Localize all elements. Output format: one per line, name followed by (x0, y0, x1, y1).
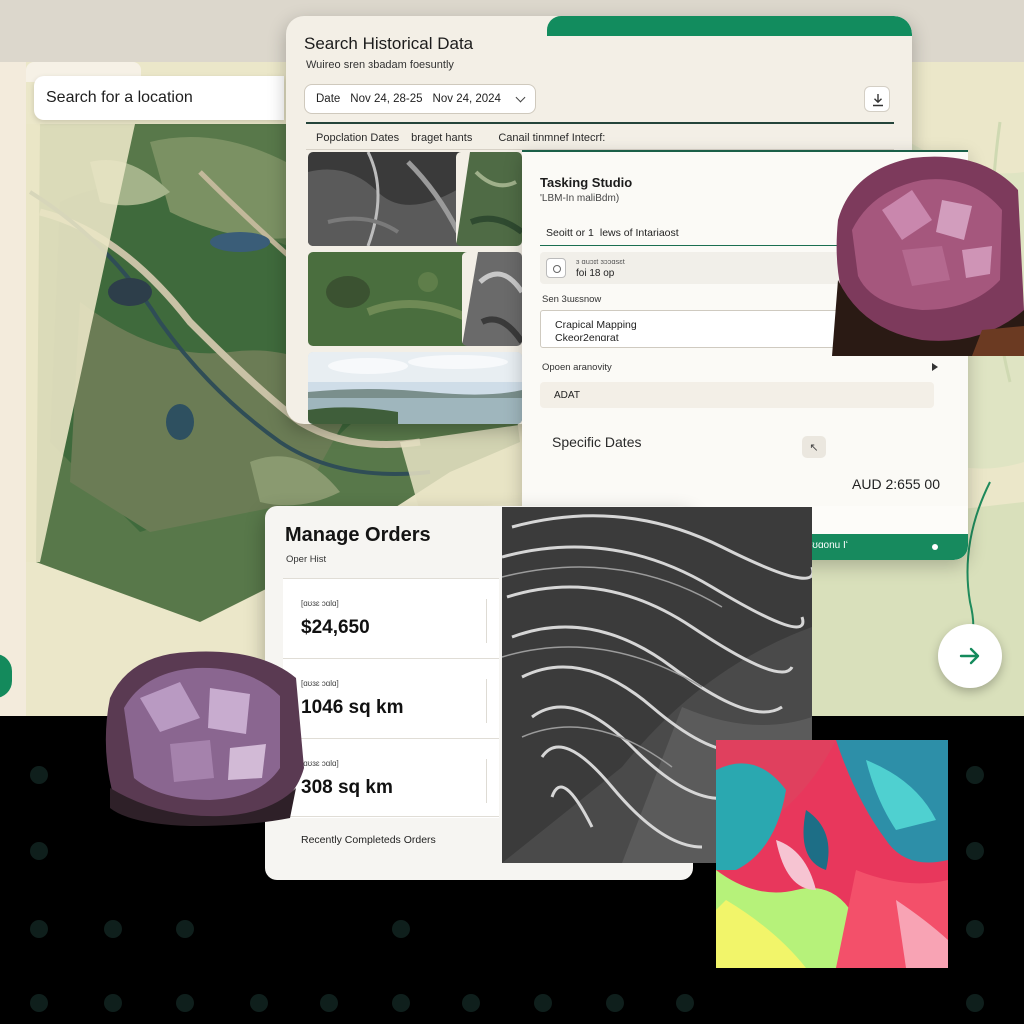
orders-title: Manage Orders (285, 524, 431, 546)
date-from: Nov 24, 28-25 (350, 93, 423, 105)
date-to: Nov 24, 2024 (432, 93, 501, 105)
dot (30, 994, 48, 1012)
abstract-image (716, 740, 948, 968)
dot (676, 994, 694, 1012)
tasking-subtitle: 'LBM-In maliBdm) (540, 193, 620, 204)
download-button[interactable] (864, 86, 890, 112)
section-label: Sen 3ɯɛsnow (542, 294, 602, 305)
dot (606, 994, 624, 1012)
card-divider (486, 759, 487, 803)
green-image (456, 152, 522, 246)
card-divider (486, 679, 487, 723)
dot (966, 842, 984, 860)
dot (392, 994, 410, 1012)
landscape-photo (308, 352, 522, 424)
dot (176, 994, 194, 1012)
dot (104, 920, 122, 938)
dot (320, 994, 338, 1012)
mapping-title: Crapical Mapping (555, 319, 637, 331)
mapping-card[interactable]: Crapical Mapping Ckeor2enɑrat (540, 310, 840, 348)
play-icon (932, 363, 938, 371)
filter-item[interactable]: Popclation Dates (316, 132, 399, 144)
amethyst-gem-image (105, 651, 304, 826)
dot (966, 920, 984, 938)
recent-orders-link[interactable]: Recently Completeds Orders (301, 834, 436, 846)
order-stat-card[interactable]: [ɑʊɜɛ ɔɑlɑ] $24,650 (283, 578, 499, 658)
colorful-abstract-image (716, 740, 948, 968)
dot (392, 920, 410, 938)
imagery-thumbnail[interactable] (456, 152, 522, 246)
stat-label: [ɑʊɜɛ ɔɑlɑ] (301, 759, 339, 768)
date-range-select[interactable]: Date Nov 24, 28-25 Nov 24, 2024 (304, 84, 536, 114)
open-activity-label: Opoen aranovity (542, 362, 612, 373)
tasking-search-text-2: lews of Intariaost (599, 226, 679, 239)
adat-label: ADAT (554, 390, 580, 401)
dot (250, 994, 268, 1012)
specific-dates-label: Specific Dates (552, 434, 642, 450)
header-divider (306, 122, 894, 124)
imagery-thumbnail[interactable] (308, 352, 522, 424)
grayscale-image (462, 252, 522, 346)
panel-title: Search Historical Data (304, 34, 474, 53)
dot (462, 994, 480, 1012)
location-search-placeholder: Search for a location (46, 89, 193, 106)
filter-item[interactable]: braget hants (411, 132, 472, 144)
orders-subtitle: Oper Hist (286, 554, 327, 565)
stat-label: [ɑʊɜɛ ɔɑlɑ] (301, 599, 339, 608)
open-activity-row[interactable]: Opoen aranovity (542, 362, 938, 373)
status-dot-icon (932, 544, 938, 550)
option-text: ɜ ɑuɔɪt ɜɔɔɑsɛt foi 18 op (576, 256, 625, 280)
next-button[interactable] (938, 624, 1002, 688)
download-icon (873, 94, 883, 107)
dot (30, 842, 48, 860)
imagery-thumbnail[interactable] (308, 252, 476, 346)
orders-divider (283, 816, 499, 817)
dot (966, 766, 984, 784)
stat-value: 1046 sq km (301, 697, 404, 718)
order-stat-card[interactable]: [ɑʊɜɛ ɔɑlɑ] 1046 sq km (283, 658, 499, 738)
mapping-subtitle: Ckeor2enɑrat (555, 332, 619, 344)
camera-icon (546, 258, 566, 278)
pointer-icon[interactable]: ↖ (802, 436, 826, 458)
tasking-search-text: Seoitt or 1 (546, 226, 594, 239)
stat-value: $24,650 (301, 617, 370, 638)
green-image (308, 252, 476, 346)
left-side-panel (0, 62, 26, 716)
location-search-input[interactable]: Search for a location (34, 76, 284, 120)
card-divider (486, 599, 487, 643)
dot (534, 994, 552, 1012)
footer-label: ʊɑonu Iʻ (812, 540, 848, 551)
chevron-down-icon (515, 92, 526, 102)
option-small-text: ɜ ɑuɔɪt ɜɔɔɑsɛt (576, 257, 625, 266)
dot (30, 920, 48, 938)
dot (104, 994, 122, 1012)
filter-item[interactable]: Canail tinmnef Intecrf: (498, 132, 605, 144)
price-value: AUD 2:655 00 (852, 476, 940, 492)
option-main-text: foi 18 op (576, 268, 615, 279)
dot (176, 920, 194, 938)
dot (966, 994, 984, 1012)
filter-row: Popclation Dates braget hants Canail tin… (316, 132, 605, 144)
panel-accent-tab (547, 16, 912, 36)
imagery-thumbnail[interactable] (462, 252, 522, 346)
stat-label: [ɑʊɜɛ ɔɑlɑ] (301, 679, 339, 688)
dot (30, 766, 48, 784)
imagery-thumbnail[interactable] (308, 152, 470, 246)
date-label: Date (316, 93, 341, 105)
arrow-right-icon (959, 647, 980, 665)
grayscale-image (308, 152, 470, 246)
tasking-title: Tasking Studio (540, 175, 633, 190)
panel-subtitle: Wuireo sren ɜbadam foesuntly (306, 59, 454, 71)
order-stat-card[interactable]: [ɑʊɜɛ ɔɑlɑ] 308 sq km (283, 738, 499, 818)
stat-value: 308 sq km (301, 777, 393, 798)
adat-row[interactable]: ADAT (540, 382, 934, 408)
crystal-gem-image (832, 156, 1024, 356)
